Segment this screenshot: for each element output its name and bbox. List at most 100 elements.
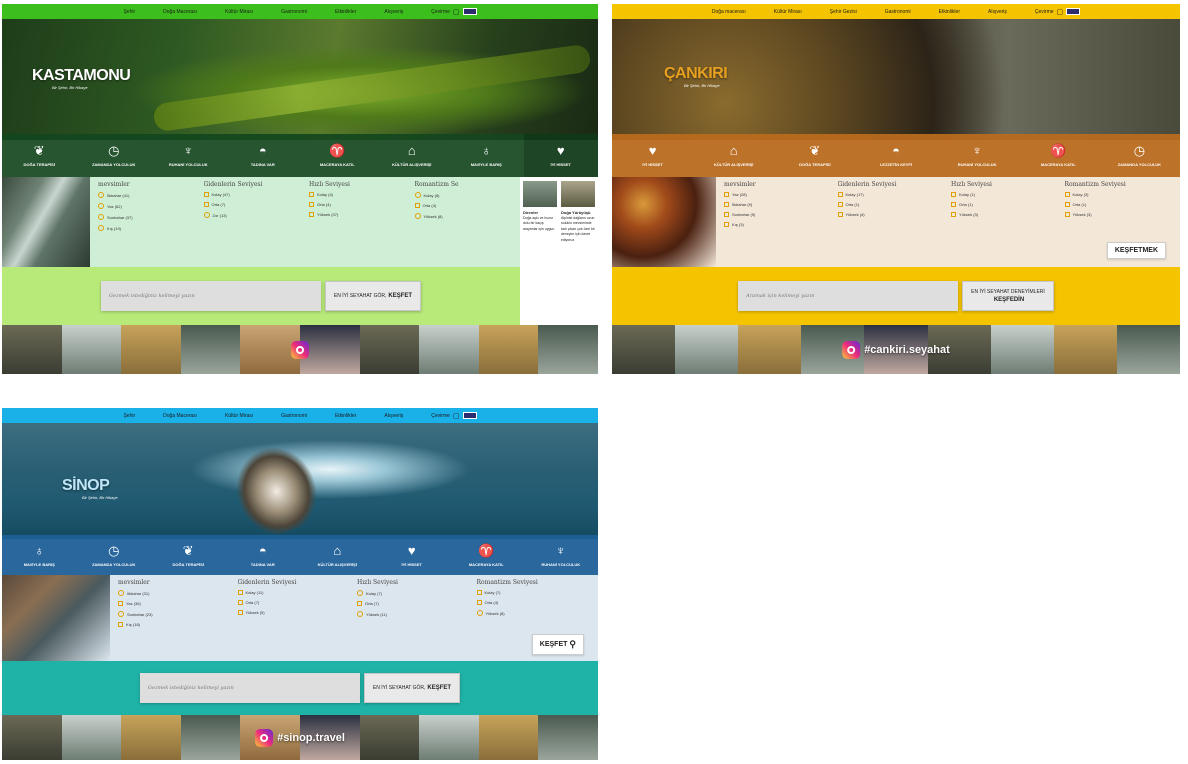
- insta-photo[interactable]: [738, 325, 802, 374]
- filter-option[interactable]: Zor (13): [203, 212, 304, 218]
- category-ruhani-yolculuk[interactable]: ♆ RUHANİ YOLCULUK: [151, 134, 226, 177]
- flag-icon[interactable]: [1066, 8, 1081, 15]
- insta-photo[interactable]: [990, 325, 1054, 374]
- filter-option[interactable]: Kolay (17): [837, 192, 946, 197]
- category-iyi-hisset[interactable]: ♥ İYİ HİSSET: [375, 535, 450, 575]
- filter-option[interactable]: Kolay (4): [309, 192, 409, 197]
- insta-photo[interactable]: [612, 325, 676, 374]
- filter-option[interactable]: Yüksek (3): [951, 212, 1059, 217]
- filter-option[interactable]: Kış (18): [118, 622, 232, 627]
- filter-option[interactable]: Orta (1): [951, 202, 1059, 207]
- nav-item[interactable]: Doğa Macerası: [163, 9, 197, 15]
- insta-photo[interactable]: [478, 325, 539, 374]
- category-tadina-var[interactable]: ◓ TADINA VAR: [226, 134, 301, 177]
- filter-option[interactable]: Sonbahar (23): [118, 611, 232, 617]
- insta-photo[interactable]: [2, 325, 62, 374]
- instagram-badge[interactable]: [291, 340, 309, 359]
- language-switch[interactable]: Çevirme ▢: [431, 8, 477, 16]
- filter-option[interactable]: Yüksek (8): [414, 213, 515, 219]
- filter-option[interactable]: Orta (7): [203, 202, 304, 207]
- filter-option[interactable]: Kolay (1): [951, 192, 1059, 197]
- insta-photo[interactable]: [121, 325, 181, 374]
- filter-option[interactable]: Sonbahar (9): [724, 212, 832, 217]
- nav-item[interactable]: Doğa macerası: [712, 9, 746, 15]
- nav-item[interactable]: Kültür Mirası: [225, 9, 253, 15]
- filter-option[interactable]: Yüksek (37): [309, 212, 409, 217]
- insta-photo[interactable]: [1116, 325, 1180, 374]
- filter-option[interactable]: Kolay (7): [357, 590, 471, 596]
- filter-option[interactable]: Sonbahar (37): [98, 214, 198, 220]
- language-switch[interactable]: Çevirme ▢: [1035, 8, 1081, 16]
- filter-option[interactable]: Yüksek (8): [476, 610, 591, 616]
- category-zamanda-yolculuk[interactable]: ◷ ZAMANDA YOLCULUK: [1099, 134, 1180, 177]
- category-lezzetin-keyfi[interactable]: ◓ LEZZETİN KEYFİ: [855, 134, 936, 177]
- category-kultur-alisverisi[interactable]: ⌂ KÜLTÜR ALIŞVERİŞİ: [300, 535, 375, 575]
- filter-option[interactable]: Orta (4): [414, 203, 515, 208]
- nav-item[interactable]: Alışveriş: [988, 9, 1007, 15]
- insta-photo[interactable]: [538, 325, 598, 374]
- nav-item[interactable]: Kültür Mirası: [225, 413, 253, 419]
- insta-photo[interactable]: [180, 715, 241, 760]
- insta-photo[interactable]: [2, 715, 62, 760]
- nav-item[interactable]: Alışveriş: [384, 9, 403, 15]
- filter-option[interactable]: Yaz (36): [118, 601, 232, 606]
- insta-photo[interactable]: [121, 715, 181, 760]
- filter-option[interactable]: Yüksek (3): [1064, 212, 1173, 217]
- insta-photo[interactable]: [675, 325, 739, 374]
- search-button[interactable]: EN İYİ SEYAHAT GÖR, KEŞFET: [324, 281, 422, 311]
- filter-option[interactable]: Kolay (47): [203, 192, 304, 197]
- explore-button[interactable]: KEŞFETMEK: [1106, 242, 1166, 259]
- calendar-icon[interactable]: ▢: [453, 412, 460, 420]
- category-maviyle-baris[interactable]: ♁ MAVİYLE BARIŞ: [449, 134, 524, 177]
- category-maceraya-katil[interactable]: ♈ MACERAYA KATIL: [300, 134, 375, 177]
- filter-option[interactable]: Orta (7): [357, 601, 471, 606]
- category-maceraya-katil[interactable]: ♈ MACERAYA KATIL: [1018, 134, 1099, 177]
- category-ruhani-yolculuk[interactable]: ♆ RUHANİ YOLCULUK: [937, 134, 1018, 177]
- search-input[interactable]: Gezmek istediğiniz kelimeyi yazın: [139, 673, 360, 703]
- insta-photo[interactable]: [1053, 325, 1117, 374]
- category-iyi-hisset[interactable]: ♥ İYİ HİSSET: [612, 134, 693, 177]
- filter-option[interactable]: Yaz (28): [724, 192, 832, 197]
- category-maviyle-baris[interactable]: ♁ MAVİYLE BARIŞ: [2, 535, 77, 575]
- category-ruhani-yolculuk[interactable]: ♆ RUHANİ YOLCULUK: [524, 535, 599, 575]
- nav-item[interactable]: Etkinlikler: [335, 9, 356, 15]
- search-input[interactable]: Gezmek istediğiniz kelimeyi yazın: [100, 281, 321, 311]
- filter-option[interactable]: Orta (4): [309, 202, 409, 207]
- insta-photo[interactable]: [180, 325, 241, 374]
- category-kultur-alisverisi[interactable]: ⌂ KÜLTÜR ALIŞVERİŞİ: [375, 134, 450, 177]
- nav-item[interactable]: Şehir Gezisi: [830, 9, 857, 15]
- search-button[interactable]: EN İYİ SEYAHAT GÖR, KEŞFET: [363, 673, 461, 703]
- nav-item[interactable]: Gastronomi: [281, 9, 307, 15]
- category-zamanda-yolculuk[interactable]: ◷ ZAMANDA YOLCULUK: [77, 134, 152, 177]
- category-doga-terapisi[interactable]: ❦ DOĞA TERAPİSİ: [774, 134, 855, 177]
- filter-option[interactable]: Kolay (3): [1064, 192, 1173, 197]
- instagram-badge[interactable]: #cankiri.seyahat: [842, 340, 950, 359]
- filter-option[interactable]: Yaz (62): [98, 203, 198, 209]
- filter-option[interactable]: Yüksek (11): [357, 611, 471, 617]
- nav-item[interactable]: Şehir: [123, 413, 135, 419]
- site-logo[interactable]: ÇANKIRI Bir Şehir, Bir Hikaye: [664, 65, 728, 88]
- category-doga-terapisi[interactable]: ❦ DOĞA TERAPİSİ: [151, 535, 226, 575]
- filter-option[interactable]: Kolay (11): [237, 590, 352, 595]
- filter-option[interactable]: Yüksek (4): [837, 212, 946, 217]
- calendar-icon[interactable]: ▢: [453, 8, 460, 16]
- insta-photo[interactable]: [359, 715, 420, 760]
- nav-item[interactable]: Kültür Mirası: [774, 9, 802, 15]
- nav-item[interactable]: Doğa Macerası: [163, 413, 197, 419]
- nav-item[interactable]: Şehir: [123, 9, 135, 15]
- category-doga-terapisi[interactable]: ❦ DOĞA TERAPİSİ: [2, 134, 77, 177]
- filter-option[interactable]: Kolay (7): [476, 590, 591, 595]
- filter-option[interactable]: Kış (3): [724, 222, 832, 227]
- filter-option[interactable]: Kolay (8): [414, 192, 515, 198]
- site-logo[interactable]: KASTAMONU Bir Şehir, Bir Hikaye: [32, 67, 131, 90]
- nav-item[interactable]: Gastronomi: [885, 9, 911, 15]
- category-zamanda-yolculuk[interactable]: ◷ ZAMANDA YOLCULUK: [77, 535, 152, 575]
- site-logo[interactable]: SİNOP Bir Şehir, Bir Hikaye: [62, 477, 118, 500]
- nav-item[interactable]: Etkinlikler: [335, 413, 356, 419]
- nav-item[interactable]: Etkinlikler: [939, 9, 960, 15]
- filter-option[interactable]: Orta (1): [1064, 202, 1173, 207]
- search-input[interactable]: Aramak için kelimeyi yazın: [738, 281, 959, 311]
- category-iyi-hisset[interactable]: ♥ İYİ HİSSET: [523, 134, 598, 177]
- calendar-icon[interactable]: ▢: [1057, 8, 1064, 16]
- explore-button[interactable]: KEŞFET ⚲: [531, 634, 584, 655]
